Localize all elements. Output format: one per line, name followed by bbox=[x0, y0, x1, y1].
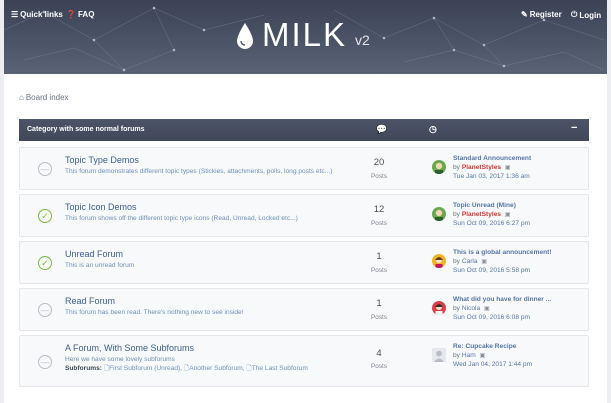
forum-row: — Read Forum This forum has been read. T… bbox=[19, 288, 589, 331]
logo-text: MILK bbox=[262, 16, 348, 53]
avatar[interactable] bbox=[432, 207, 446, 221]
forum-title[interactable]: Topic Icon Demos bbox=[65, 202, 137, 212]
last-post-time: Wed Jan 04, 2017 1:44 pm bbox=[453, 361, 533, 368]
subforum-link[interactable]: The Last Subforum bbox=[252, 365, 308, 372]
last-post-title[interactable]: What did you have for dinner ... bbox=[453, 296, 551, 303]
post-count: 4 bbox=[376, 348, 382, 359]
goto-post-icon[interactable]: ▣ bbox=[480, 353, 486, 359]
by-label: by bbox=[453, 305, 460, 312]
subforum-link[interactable]: First Subforum (Unread) bbox=[109, 365, 180, 372]
comments-icon: 💬 bbox=[376, 124, 388, 134]
last-post-time: Tue Jan 03, 2017 1:36 am bbox=[453, 173, 530, 180]
goto-post-icon[interactable]: ▣ bbox=[484, 306, 490, 312]
edit-icon: ✎ bbox=[521, 10, 528, 19]
forum-row: ✓ Topic Icon Demos This forum shows off … bbox=[19, 194, 589, 237]
category-title[interactable]: Category with some normal forums bbox=[27, 126, 144, 133]
unread-status-icon: ✓ bbox=[38, 256, 52, 270]
subforums-list: Subforums: 🗋First Subforum (Unread), 🗋An… bbox=[65, 365, 308, 372]
site-logo[interactable]: MILK v2 bbox=[236, 16, 370, 53]
breadcrumb[interactable]: ⌂ Board index bbox=[19, 93, 69, 102]
last-post-author-line: by Nicola ▣ bbox=[453, 305, 490, 312]
forum-description: Here we have some lovely subforums bbox=[65, 356, 175, 363]
subforum-link[interactable]: Another Subforum bbox=[189, 365, 243, 372]
post-count-label: Posts bbox=[371, 314, 387, 321]
question-icon: ❓ bbox=[66, 10, 76, 19]
last-post-title[interactable]: Standard Announcement bbox=[453, 155, 531, 162]
last-post-author-line: by PlanetStyles ▣ bbox=[453, 164, 511, 171]
last-post-author-line: by Carla ▣ bbox=[453, 258, 487, 265]
forum-row: — Topic Type Demos This forum demonstrat… bbox=[19, 147, 589, 190]
last-post-author[interactable]: Carla bbox=[462, 258, 478, 265]
forum-row: — A Forum, With Some Subforums Here we h… bbox=[19, 335, 589, 387]
category-header: Category with some normal forums 💬 ◷ − bbox=[19, 119, 589, 141]
goto-post-icon[interactable]: ▣ bbox=[505, 165, 511, 171]
main-content: ⌂ Board index Category with some normal … bbox=[4, 74, 607, 403]
last-post-time: Sun Oct 09, 2016 6:27 pm bbox=[453, 220, 530, 227]
register-link[interactable]: ✎ Register bbox=[521, 10, 562, 19]
hamburger-icon: ☰ bbox=[11, 10, 19, 19]
goto-post-icon[interactable]: ▣ bbox=[481, 259, 487, 265]
last-post-author-line: by Ham ▣ bbox=[453, 352, 485, 359]
forum-description: This forum has been read. There's nothin… bbox=[65, 309, 244, 316]
read-status-icon: — bbox=[38, 162, 52, 176]
read-status-icon: — bbox=[38, 303, 52, 317]
post-count: 20 bbox=[373, 157, 385, 168]
forum-description: This forum demonstrates different topic … bbox=[65, 168, 333, 175]
subforums-label: Subforums: bbox=[65, 365, 102, 372]
post-count: 12 bbox=[373, 204, 385, 215]
avatar[interactable] bbox=[432, 160, 446, 174]
forum-title[interactable]: A Forum, With Some Subforums bbox=[65, 343, 194, 353]
milk-drop-icon bbox=[237, 23, 253, 49]
last-post-author-line: by PlanetStyles ▣ bbox=[453, 211, 511, 218]
by-label: by bbox=[453, 352, 460, 359]
last-post-title[interactable]: Topic Unread (Mine) bbox=[453, 202, 516, 209]
last-post-author[interactable]: Ham bbox=[462, 352, 476, 359]
unread-status-icon: ✓ bbox=[38, 209, 52, 223]
last-post-author[interactable]: PlanetStyles bbox=[462, 164, 501, 171]
forum-title[interactable]: Read Forum bbox=[65, 296, 115, 306]
login-link[interactable]: ⏻ Login bbox=[571, 10, 601, 20]
by-label: by bbox=[453, 258, 460, 265]
login-label: Login bbox=[579, 10, 602, 20]
power-icon: ⏻ bbox=[571, 10, 578, 19]
forum-title[interactable]: Unread Forum bbox=[65, 249, 123, 259]
post-count-label: Posts bbox=[371, 220, 387, 227]
last-post-author[interactable]: PlanetStyles bbox=[462, 211, 501, 218]
last-post-time: Sun Oct 09, 2016 5:58 pm bbox=[453, 267, 530, 274]
by-label: by bbox=[453, 211, 460, 218]
forum-row: ✓ Unread Forum This is an unread forum 1… bbox=[19, 241, 589, 284]
post-count: 1 bbox=[376, 251, 382, 262]
home-icon: ⌂ bbox=[19, 93, 24, 102]
avatar[interactable] bbox=[432, 301, 446, 315]
avatar[interactable] bbox=[432, 254, 446, 268]
quick-links-menu[interactable]: ☰ Quick links bbox=[11, 10, 63, 19]
read-status-icon: — bbox=[38, 355, 52, 369]
goto-post-icon[interactable]: ▣ bbox=[505, 212, 511, 218]
site-header: ☰ Quick links ❓ FAQ ✎ Register ⏻ Login M… bbox=[4, 0, 607, 74]
post-count-label: Posts bbox=[371, 267, 387, 274]
post-count: 1 bbox=[376, 298, 382, 309]
forum-description: This is an unread forum bbox=[65, 262, 135, 269]
faq-label: FAQ bbox=[77, 10, 95, 19]
forum-list: — Topic Type Demos This forum demonstrat… bbox=[19, 147, 589, 391]
register-label: Register bbox=[529, 10, 562, 19]
forum-title[interactable]: Topic Type Demos bbox=[65, 155, 139, 165]
last-post-title[interactable]: This is a global announcement! bbox=[453, 249, 552, 256]
last-post-title[interactable]: Re: Cupcake Recipe bbox=[453, 343, 516, 350]
faq-link[interactable]: ❓ FAQ bbox=[66, 10, 94, 19]
last-post-time: Sun Oct 09, 2016 6:08 pm bbox=[453, 314, 530, 321]
breadcrumb-board-index: Board index bbox=[25, 93, 69, 102]
post-count-label: Posts bbox=[371, 363, 387, 370]
by-label: by bbox=[453, 164, 460, 171]
forum-description: This forum shows off the different topic… bbox=[65, 215, 298, 222]
post-count-label: Posts bbox=[371, 173, 387, 180]
quick-links-label: Quick links bbox=[20, 10, 63, 19]
collapse-icon[interactable]: − bbox=[571, 122, 577, 134]
clock-icon: ◷ bbox=[429, 124, 437, 134]
logo-version: v2 bbox=[355, 32, 370, 48]
last-post-author[interactable]: Nicola bbox=[462, 305, 480, 312]
avatar[interactable] bbox=[432, 348, 446, 362]
